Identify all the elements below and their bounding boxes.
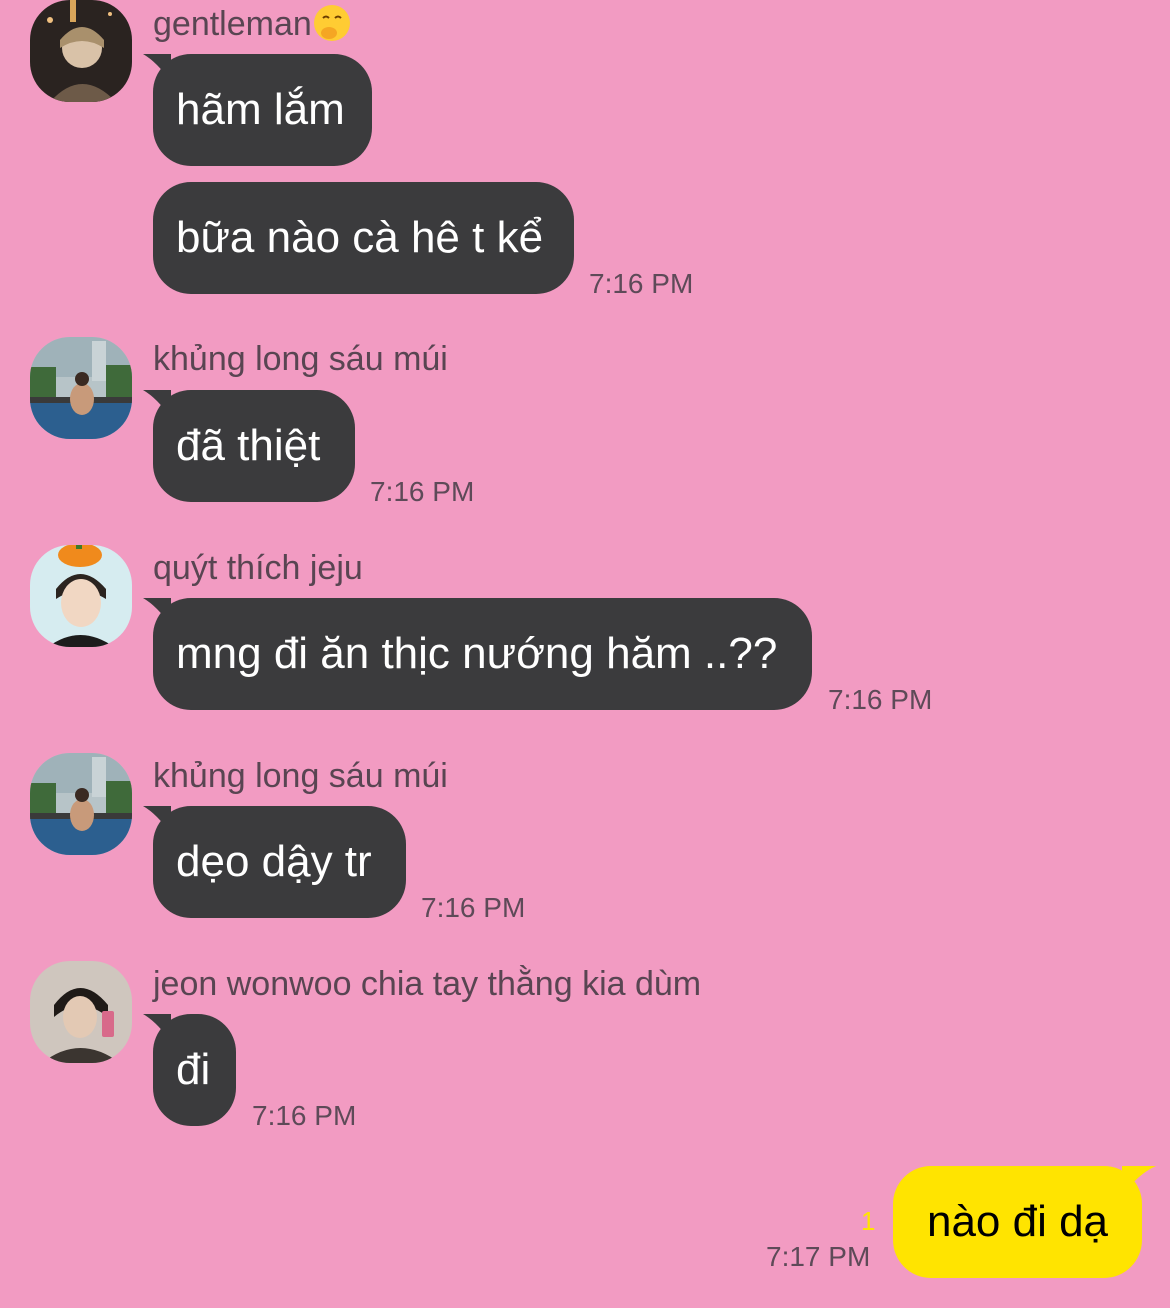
message-timestamp: 7:16 PM — [421, 892, 526, 923]
message-timestamp: 7:16 PM — [370, 476, 475, 507]
message-bubble[interactable]: đi — [143, 1014, 236, 1126]
message-timestamp: 7:17 PM — [766, 1241, 871, 1272]
avatar-tangerine[interactable] — [30, 545, 132, 647]
bubble-tail-icon — [143, 390, 171, 418]
bubble-tail-icon — [1122, 1166, 1156, 1196]
sender-name: quýt thích jeju — [153, 549, 363, 587]
avatar-pool[interactable] — [30, 753, 132, 855]
avatar-gentleman[interactable] — [30, 0, 132, 102]
sender-name: khủng long sáu múi — [153, 340, 448, 378]
hand-over-mouth-emoji-icon — [313, 5, 350, 41]
message-text: dẹo dậy tr — [176, 837, 372, 886]
my-message-bubble[interactable]: nào đi dạ — [893, 1166, 1156, 1278]
message-bubble[interactable]: bữa nào cà hê t kể — [153, 182, 574, 294]
message-bubble[interactable]: đã thiệt — [143, 390, 355, 502]
sender-name: jeon wonwoo chia tay thằng kia dùm — [153, 965, 702, 1003]
message-timestamp: 7:16 PM — [589, 268, 694, 299]
bubble-tail-icon — [143, 54, 171, 82]
bubble-tail-icon — [143, 598, 171, 626]
message-timestamp: 7:16 PM — [828, 684, 933, 715]
message-text: đi — [176, 1045, 211, 1094]
message-bubble[interactable]: hãm lắm — [143, 54, 372, 166]
bubble-tail-icon — [143, 1014, 171, 1042]
avatar-wonwoo[interactable] — [30, 961, 132, 1063]
message-text: hãm lắm — [176, 85, 345, 134]
sender-name: gentleman — [153, 3, 352, 44]
message-text: mng đi ăn thịc nướng hăm ..?? — [176, 629, 778, 678]
message-bubble[interactable]: dẹo dậy tr — [143, 806, 406, 918]
message-text: đã thiệt — [176, 421, 321, 470]
avatar-pool[interactable] — [30, 337, 132, 439]
message-timestamp: 7:16 PM — [252, 1100, 357, 1131]
message-text: nào đi dạ — [926, 1197, 1109, 1246]
unread-count: 1 — [861, 1206, 876, 1236]
message-bubble[interactable]: mng đi ăn thịc nướng hăm ..?? — [143, 598, 812, 710]
message-text: bữa nào cà hê t kể — [176, 213, 544, 262]
bubble-tail-icon — [143, 806, 171, 834]
sender-name: khủng long sáu múi — [153, 757, 448, 795]
